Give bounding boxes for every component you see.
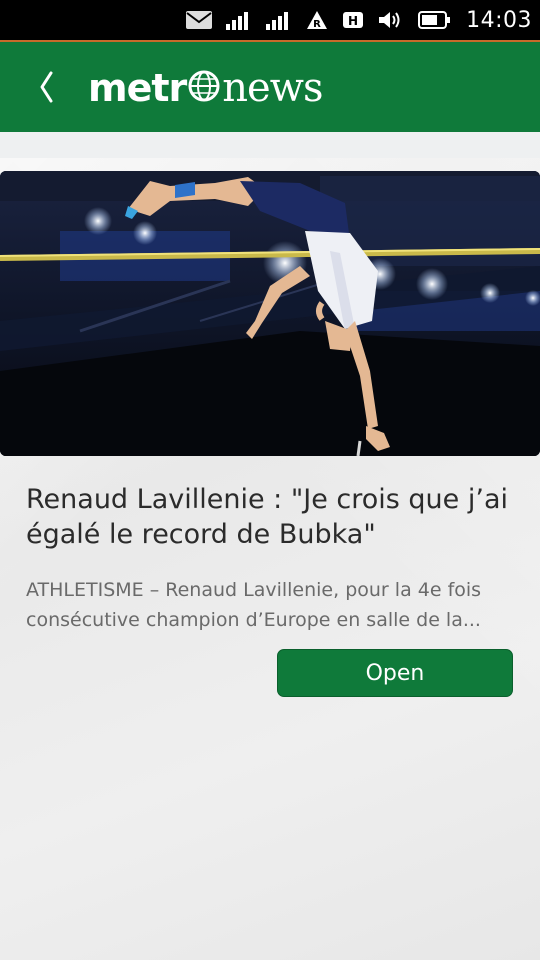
- open-button[interactable]: Open: [277, 649, 513, 697]
- metronews-logo: metr news: [88, 60, 323, 116]
- battery-icon: [418, 11, 451, 29]
- article-summary: ATHLETISME – Renaud Lavillenie, pour la …: [26, 579, 482, 631]
- article-title[interactable]: Renaud Lavillenie : "Je crois que j’ai é…: [26, 482, 516, 552]
- globe-icon: [187, 69, 221, 107]
- network-label: H: [348, 14, 358, 28]
- roaming-icon: R: [306, 10, 328, 30]
- volume-icon: [378, 10, 404, 30]
- logo-text-metro: metr: [88, 66, 187, 110]
- logo-text-news: news: [222, 65, 323, 111]
- hspa-icon: H: [342, 10, 364, 30]
- subheader-bar: [0, 132, 540, 158]
- signal-icon: [266, 10, 292, 30]
- signal-icon: [226, 10, 252, 30]
- status-bar: R H 14:03: [0, 0, 540, 40]
- pole-vault-photo: [0, 171, 540, 456]
- article-image[interactable]: [0, 171, 540, 456]
- app-header: metr news: [0, 40, 540, 132]
- back-button[interactable]: [26, 64, 66, 110]
- roaming-label: R: [313, 19, 321, 30]
- status-icons: R H 14:03: [186, 0, 532, 40]
- open-button-label: Open: [365, 660, 425, 686]
- chevron-left-icon: [40, 71, 53, 103]
- mail-icon: [186, 11, 213, 29]
- clock: 14:03: [466, 7, 532, 33]
